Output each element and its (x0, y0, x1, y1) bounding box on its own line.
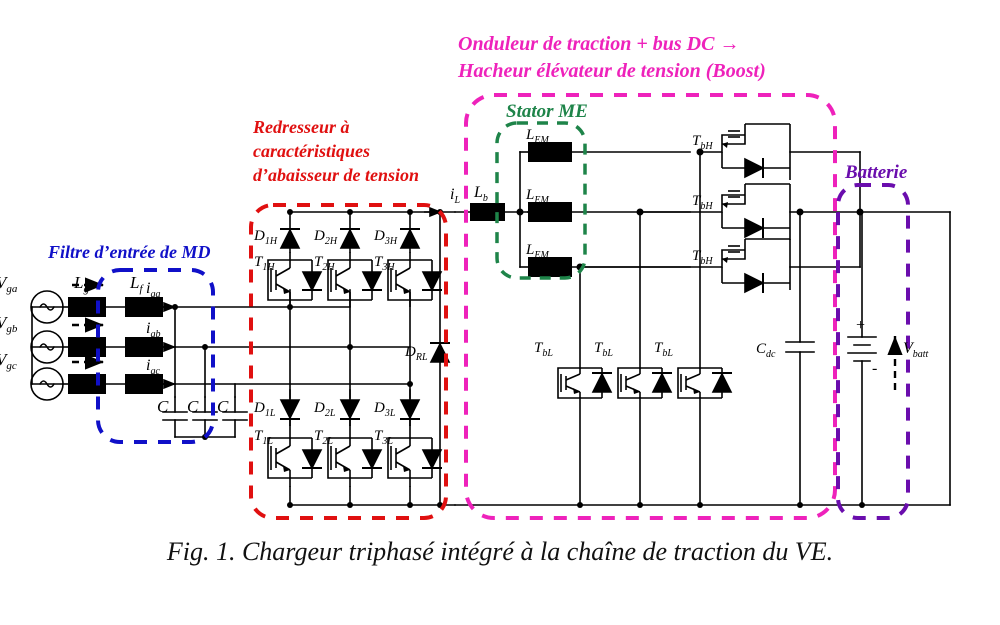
source-a-sub: ga (6, 283, 18, 295)
inverter-title-line2: Hacheur élévateur de tension (Boost) (457, 60, 766, 82)
inverter-title-line1: Onduleur de traction + bus DC → (458, 33, 739, 55)
source-c-sub: gc (6, 360, 17, 372)
inductor-lf-a (125, 297, 163, 317)
inductor-lb (470, 203, 505, 221)
inductor-lf-c (125, 374, 163, 394)
filter-title: Filtre d’entrée de MD (47, 242, 210, 262)
inductor-lg-b (68, 337, 106, 357)
stator-title: Stator ME (506, 101, 588, 122)
inductor-lg-a (68, 297, 106, 317)
source-b-sub: gb (6, 323, 18, 335)
label-cap-3: C (217, 397, 229, 416)
inductor-lg-c (68, 374, 106, 394)
rectifier-title-line3: d’abaisseur de tension (253, 165, 419, 185)
circuit-diagram: Onduleur de traction + bus DC → Hacheur … (0, 0, 1000, 625)
battery-minus-sign: - (872, 360, 877, 377)
rectifier-title-line1: Redresseur à (252, 117, 350, 137)
rectifier-title-line2: caractéristiques (253, 141, 370, 161)
battery-title: Batterie (844, 162, 908, 183)
label-cap-2: C (187, 397, 199, 416)
battery-plus-sign: + (855, 317, 866, 334)
label-cap-1: C (157, 397, 169, 416)
figure-caption: Fig. 1. Chargeur triphasé intégré à la c… (166, 537, 833, 566)
inductor-lf-b (125, 337, 163, 357)
